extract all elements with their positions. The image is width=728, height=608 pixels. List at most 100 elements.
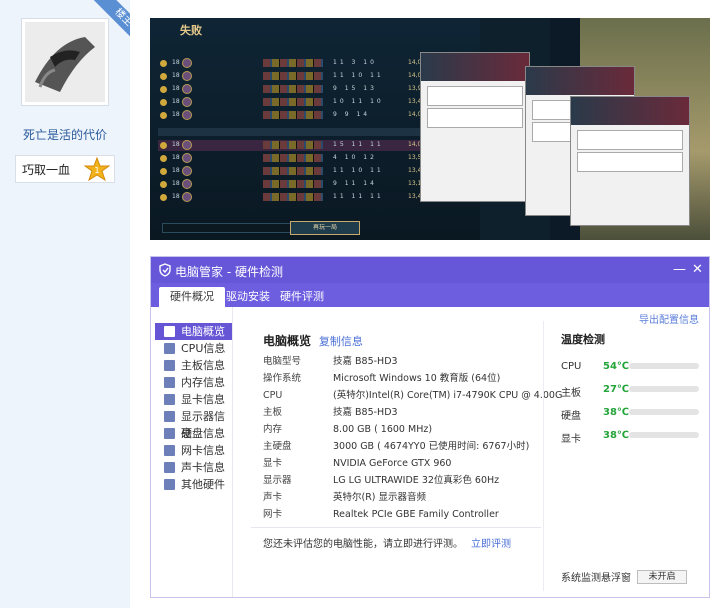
benchmark-hint-text: 您还未评估您的电脑性能，请立即进行评测。 <box>263 539 463 550</box>
spec-key: 内存 <box>263 424 283 435</box>
spec-value: 8.00 GB ( 1600 MHz) <box>333 424 433 435</box>
export-config-link[interactable]: 导出配置信息 <box>639 311 699 326</box>
nav-item-display[interactable]: 显示器信息 <box>155 408 232 440</box>
monitor-label: 系统监测悬浮窗 <box>561 573 631 584</box>
temp-bar <box>629 386 699 392</box>
title-bar[interactable]: 电脑管家 - 硬件检测 — ✕ <box>151 257 709 283</box>
avatar-image <box>25 22 105 102</box>
player-level: 18 <box>172 111 180 118</box>
spec-value: 技嘉 B85-HD3 <box>333 356 398 367</box>
player-kda: 11 3 10 <box>333 59 377 66</box>
monitor-toggle-button[interactable]: 未开启 <box>637 569 687 584</box>
spec-row: 内存 8.00 GB ( 1600 MHz) <box>263 421 563 438</box>
window-title: 电脑管家 - 硬件检测 <box>175 265 283 279</box>
medal-badge[interactable]: 巧取一血 1 <box>15 155 115 183</box>
champion-icon <box>182 110 192 120</box>
temp-label: 硬盘 <box>561 411 581 422</box>
play-again-button: 再玩一局 <box>290 221 360 235</box>
copy-info-link[interactable]: 复制信息 <box>319 335 363 348</box>
item-slots <box>263 141 323 149</box>
nav-item-motherboard[interactable]: 主板信息 <box>155 357 232 374</box>
nav-item-overview[interactable]: 电脑概览 <box>155 323 232 340</box>
close-icon[interactable]: ✕ <box>692 262 703 277</box>
spec-value: Microsoft Windows 10 教育版 (64位) <box>333 373 501 384</box>
item-slots <box>263 98 323 106</box>
overview-title: 电脑概览 <box>263 334 312 348</box>
nav-item-network[interactable]: 网卡信息 <box>155 442 232 459</box>
match-result-title: 失败 <box>180 24 202 37</box>
item-slots <box>263 167 323 175</box>
player-rank-icon <box>160 194 167 201</box>
spec-row: CPU (英特尔)Intel(R) Core(TM) i7-4790K CPU @… <box>263 387 563 404</box>
nav-item-sound[interactable]: 声卡信息 <box>155 459 232 476</box>
player-level: 18 <box>172 85 180 92</box>
error-window-1 <box>420 52 530 202</box>
temp-label: 显卡 <box>561 434 581 445</box>
sound-card-icon <box>164 462 175 473</box>
player-rank-icon <box>160 60 167 67</box>
medal-label: 巧取一血 <box>22 162 71 177</box>
item-slots <box>263 72 323 80</box>
player-kda: 11 10 11 <box>333 72 384 79</box>
champion-icon <box>182 179 192 189</box>
nav-item-label: CPU信息 <box>181 342 226 355</box>
player-level: 18 <box>172 59 180 66</box>
temp-value: 27℃ <box>603 384 630 395</box>
player-kda: 11 10 11 <box>333 167 384 174</box>
player-level: 18 <box>172 141 180 148</box>
spec-key: 声卡 <box>263 492 283 503</box>
benchmark-now-link[interactable]: 立即评测 <box>471 539 511 550</box>
spec-key: 网卡 <box>263 509 283 520</box>
nav-item-other[interactable]: 其他硬件 <box>155 476 232 493</box>
section-divider <box>251 527 541 528</box>
username-link[interactable]: 死亡是活的代价 <box>0 126 130 143</box>
spec-row: 显示器 LG LG ULTRAWIDE 32位真彩色 60Hz <box>263 472 563 489</box>
temp-bar <box>629 363 699 369</box>
nav-item-gpu[interactable]: 显卡信息 <box>155 391 232 408</box>
error-contact-field <box>427 108 523 128</box>
spec-key: 主硬盘 <box>263 441 292 452</box>
player-rank-icon <box>160 73 167 80</box>
player-rank-icon <box>160 99 167 106</box>
player-kda: 11 11 11 <box>333 193 384 200</box>
temperature-title: 温度检测 <box>561 333 605 346</box>
monitor-icon <box>164 326 175 337</box>
item-slots <box>263 154 323 162</box>
avatar[interactable] <box>21 18 109 106</box>
player-kda: 15 11 11 <box>333 141 384 148</box>
player-rank-icon <box>160 112 167 119</box>
temp-row-motherboard: 主板 27℃ <box>561 384 701 407</box>
tab-bar: 硬件概况 驱动安装 硬件评测 <box>151 283 709 307</box>
temp-bar <box>629 432 699 438</box>
champion-icon <box>182 192 192 202</box>
temp-label: CPU <box>561 361 582 372</box>
item-slots <box>263 111 323 119</box>
temp-bar <box>629 409 699 415</box>
item-slots <box>263 180 323 188</box>
champion-icon <box>182 140 192 150</box>
nav-item-label: 声卡信息 <box>181 461 225 474</box>
nav-item-disk[interactable]: 硬盘信息 <box>155 425 232 442</box>
nav-item-label: 电脑概览 <box>181 325 225 338</box>
temp-row-disk: 硬盘 38℃ <box>561 407 701 430</box>
spec-key: 显示器 <box>263 475 292 486</box>
tab-hardware-benchmark[interactable]: 硬件评测 <box>269 287 335 307</box>
minimize-icon[interactable]: — <box>673 262 686 277</box>
spec-key: 电脑型号 <box>263 356 302 367</box>
spec-row: 电脑型号 技嘉 B85-HD3 <box>263 353 563 370</box>
error-window-banner <box>571 97 689 125</box>
error-contact-field <box>577 152 683 172</box>
player-level: 18 <box>172 98 180 105</box>
player-rank-icon <box>160 142 167 149</box>
benchmark-hint: 您还未评估您的电脑性能，请立即进行评测。 立即评测 <box>263 535 511 550</box>
game-screenshot[interactable]: 失败 18 11 3 10 14,000 18 11 10 11 14,000 18 9 15… <box>150 18 710 240</box>
other-hardware-icon <box>164 479 175 490</box>
spec-row: 主板 技嘉 B85-HD3 <box>263 404 563 421</box>
nav-item-memory[interactable]: 内存信息 <box>155 374 232 391</box>
player-level: 18 <box>172 193 180 200</box>
svg-text:1: 1 <box>94 166 99 175</box>
nav-item-cpu[interactable]: CPU信息 <box>155 340 232 357</box>
player-rank-icon <box>160 181 167 188</box>
temp-value: 54℃ <box>603 361 630 372</box>
nav-item-label: 硬盘信息 <box>181 427 225 440</box>
